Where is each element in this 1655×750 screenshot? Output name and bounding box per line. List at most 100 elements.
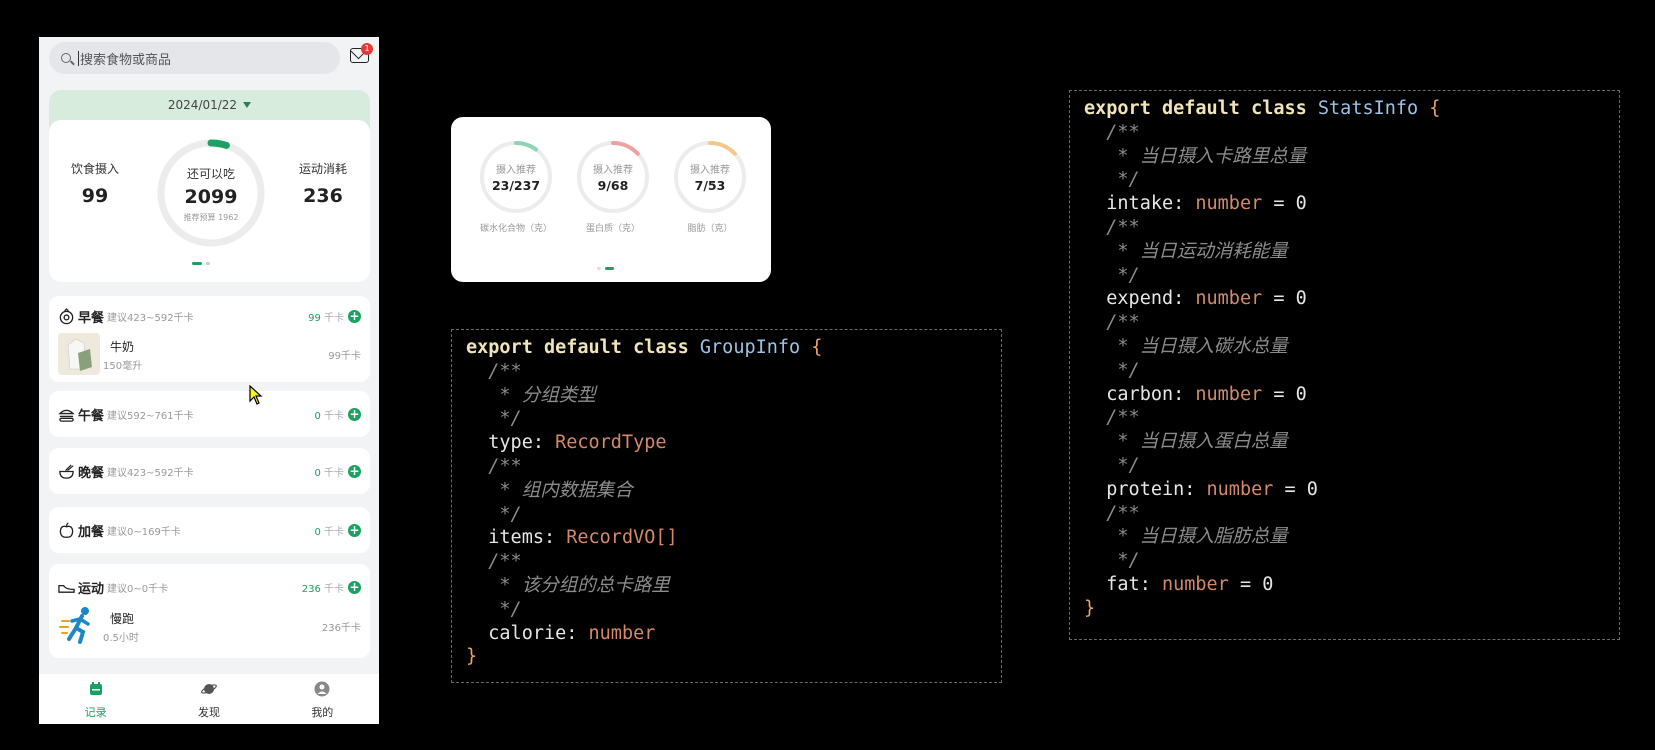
search-input[interactable]: 搜索食物或商品 xyxy=(49,42,340,74)
nutrient-ring xyxy=(674,141,746,213)
code-token: { xyxy=(811,337,823,358)
page-dot-active[interactable] xyxy=(605,267,614,270)
code-line: */ xyxy=(499,408,522,430)
exercise-item-jogging[interactable]: 慢跑 0.5小时 236千卡 xyxy=(58,605,361,649)
page-dot[interactable] xyxy=(206,262,210,265)
expend-value: 236 xyxy=(303,185,343,207)
code-line: /** xyxy=(1106,312,1140,334)
code-line: * 当日摄入蛋白总量 xyxy=(1117,431,1288,453)
meal-kcal: 0 千卡 xyxy=(314,523,344,538)
code-token: number xyxy=(1206,478,1274,500)
code-line: carbon: number = 0 xyxy=(1106,383,1307,405)
intake-label: 饮食摄入 xyxy=(70,162,119,176)
nutrient-carbs: 摄入推荐 23/237 碳水化合物（克） xyxy=(476,139,556,234)
meal-name: 加餐 xyxy=(78,524,105,540)
code-block-groupinfo: export default class GroupInfo { /** * 分… xyxy=(451,329,1002,683)
nutrient-name: 蛋白质（克） xyxy=(585,224,640,234)
code-line: /** xyxy=(1106,216,1140,238)
user-icon xyxy=(314,681,330,697)
code-token: number xyxy=(1161,573,1229,595)
bottom-tab-bar: 记录 发现 我的 xyxy=(39,674,379,724)
nutrient-value: 23/237 xyxy=(491,178,541,193)
code-token: GroupInfo xyxy=(699,337,801,358)
code-token: RecordType xyxy=(555,432,667,454)
code-line: /** xyxy=(1106,502,1140,524)
nutrient-value: 9/68 xyxy=(597,178,629,193)
item-kcal: 236千卡 xyxy=(321,623,361,634)
add-exercise-button[interactable]: + xyxy=(348,580,361,594)
meal-kcal-unit: 千卡 xyxy=(320,467,344,479)
meal-suggestion: 建议0~169千卡 xyxy=(107,526,181,538)
code-line: * 当日摄入碳水总量 xyxy=(1117,335,1288,357)
code-line: */ xyxy=(1117,454,1140,476)
nutrient-value: 7/53 xyxy=(694,178,726,193)
date-selector[interactable]: 2024/01/22 xyxy=(49,90,370,120)
stats-card: 2024/01/22 饮食摄入 99 还可以吃 2099 推荐预算 1962 运… xyxy=(49,90,370,282)
code-line: export default class GroupInfo { xyxy=(466,337,822,358)
add-lunch-button[interactable]: + xyxy=(348,407,361,421)
code-line: calorie: number xyxy=(488,622,656,644)
meal-kcal: 0 千卡 xyxy=(314,464,344,479)
food-item-milk[interactable]: 牛奶 150毫升 99千卡 xyxy=(58,333,361,377)
code-line: items: RecordVO[] xyxy=(488,527,678,549)
code-line: protein: number = 0 xyxy=(1106,478,1318,500)
stats-panel: 饮食摄入 99 还可以吃 2099 推荐预算 1962 运动消耗 236 xyxy=(49,120,370,282)
add-breakfast-button[interactable]: + xyxy=(348,309,361,323)
meal-card-lunch[interactable]: 午餐 建议592~761千卡 0 千卡 + xyxy=(49,391,370,437)
nutrient-ring xyxy=(480,141,552,213)
code-line: fat: number = 0 xyxy=(1106,573,1274,595)
meal-kcal-value: 99 xyxy=(308,312,321,324)
page-dot-active[interactable] xyxy=(192,262,202,265)
code-line: /** xyxy=(488,551,522,573)
remaining-label: 还可以吃 xyxy=(186,167,235,181)
add-dinner-button[interactable]: + xyxy=(348,464,361,478)
intake-stat: 饮食摄入 99 xyxy=(55,160,135,207)
page-indicator[interactable] xyxy=(597,267,614,270)
meal-kcal: 236 千卡 xyxy=(302,580,344,595)
code-line: * 当日摄入脂肪总量 xyxy=(1117,526,1288,548)
mouse-cursor-icon xyxy=(249,385,263,405)
code-line: type: RecordType xyxy=(488,432,667,454)
tab-record[interactable]: 记录 xyxy=(39,674,152,724)
code-line: /** xyxy=(488,360,522,382)
nutrient-name: 脂肪（克） xyxy=(687,224,733,234)
meal-card-exercise[interactable]: 运动 建议0~0千卡 236 千卡 + 慢跑 0.5小时 236千卡 xyxy=(49,564,370,658)
remaining-center: 还可以吃 2099 推荐预算 1962 xyxy=(156,138,266,248)
nutrient-name: 碳水化合物（克） xyxy=(479,224,552,234)
budget-label: 推荐预算 1962 xyxy=(183,213,239,222)
page-indicator[interactable] xyxy=(192,262,210,265)
meal-kcal-unit: 千卡 xyxy=(320,312,344,324)
meal-name: 晚餐 xyxy=(78,465,105,481)
tab-profile[interactable]: 我的 xyxy=(266,674,379,724)
intake-value: 99 xyxy=(81,185,109,207)
code-line: * 该分组的总卡路里 xyxy=(499,574,670,596)
meal-card-breakfast[interactable]: 早餐 建议423~592千卡 99 千卡 + 牛奶 150毫升 99千卡 xyxy=(49,296,370,382)
meal-kcal-unit: 千卡 xyxy=(320,410,344,422)
meal-card-snack[interactable]: 加餐 建议0~169千卡 0 千卡 + xyxy=(49,507,370,553)
meal-card-dinner[interactable]: 晚餐 建议423~592千卡 0 千卡 + xyxy=(49,448,370,494)
date-text: 2024/01/22 xyxy=(167,98,238,112)
item-name: 慢跑 xyxy=(110,612,135,626)
caret-down-icon xyxy=(243,102,252,108)
meal-kcal-unit: 千卡 xyxy=(320,583,344,595)
meal-header: 午餐 建议592~761千卡 0 千卡 + xyxy=(58,404,361,424)
code-token: { xyxy=(1429,98,1441,119)
meal-header: 早餐 建议423~592千卡 99 千卡 + xyxy=(58,306,361,326)
nutrient-protein: 摄入推荐 9/68 蛋白质（克） xyxy=(573,139,653,234)
meal-header: 晚餐 建议423~592千卡 0 千卡 + xyxy=(58,461,361,481)
page-dot[interactable] xyxy=(597,267,601,270)
code-line: } xyxy=(1084,597,1096,619)
milk-thumbnail xyxy=(58,333,100,375)
running-figure-icon xyxy=(59,607,90,644)
code-line: expend: number = 0 xyxy=(1106,288,1307,310)
meal-suggestion: 建议423~592千卡 xyxy=(107,467,194,479)
nutrient-ring xyxy=(577,141,649,213)
add-snack-button[interactable]: + xyxy=(348,523,361,537)
code-token: number xyxy=(1195,193,1263,215)
code-line: */ xyxy=(1117,169,1140,191)
code-token: export default class xyxy=(466,337,700,358)
tab-discover[interactable]: 发现 xyxy=(152,674,265,724)
meal-suggestion: 建议592~761千卡 xyxy=(107,410,194,422)
code-line: * 当日摄入卡路里总量 xyxy=(1117,145,1307,167)
code-groupinfo: export default class GroupInfo { /** * 分… xyxy=(452,330,1001,669)
